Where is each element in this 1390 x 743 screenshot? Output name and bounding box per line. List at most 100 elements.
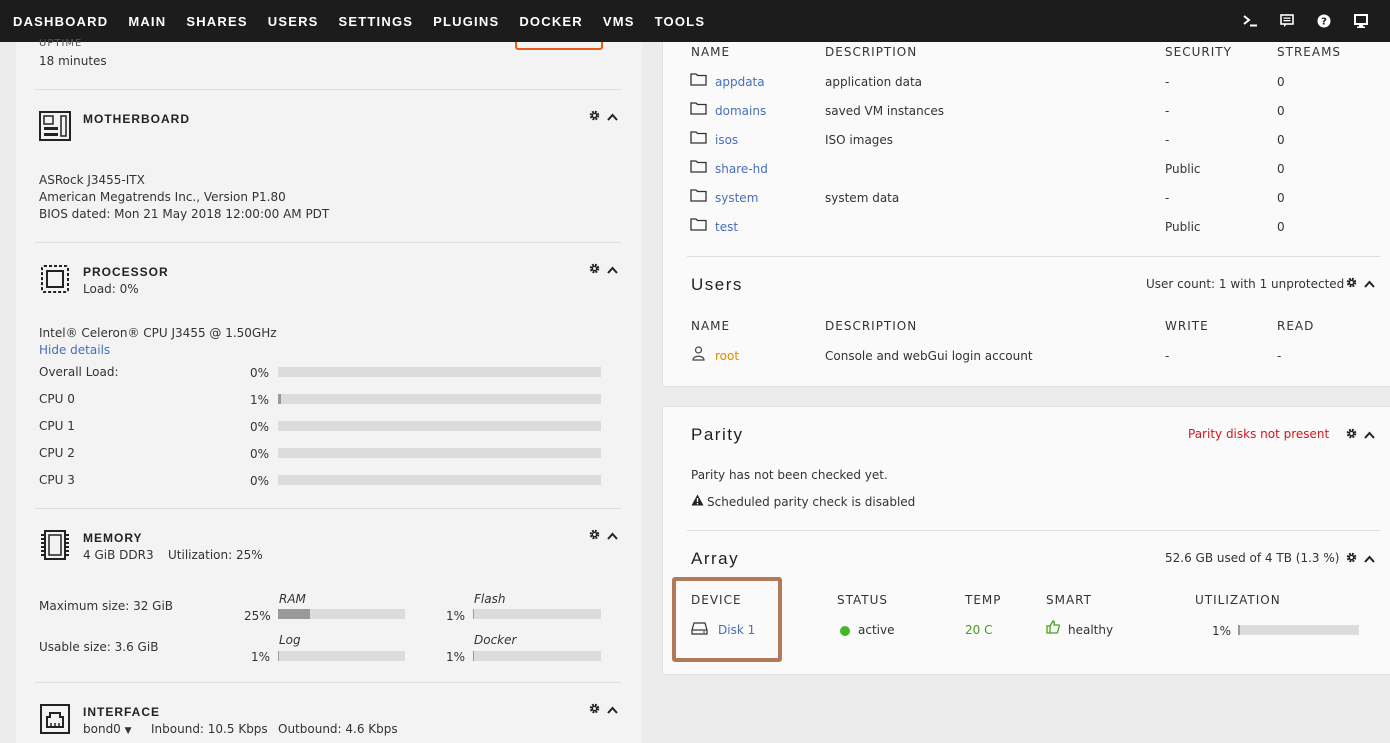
chevron-up-icon[interactable] [607, 529, 618, 543]
shares-col-description: DESCRIPTION [825, 45, 918, 59]
share-security: - [1165, 191, 1170, 205]
boot-button-edge[interactable] [515, 42, 603, 50]
network-icon [39, 703, 71, 738]
cpu-row-value: 0% [250, 420, 270, 434]
uptime-label: UPTIME [39, 38, 83, 49]
array-col-temp: TEMP [965, 593, 1002, 607]
interface-select[interactable]: bond0 ▼ [83, 722, 132, 736]
gear-icon[interactable] [589, 110, 600, 124]
divider [35, 242, 621, 243]
shares-users-card [662, 42, 1390, 387]
warning-icon [691, 494, 704, 509]
chevron-up-icon[interactable] [1364, 428, 1375, 442]
interface-title: INTERFACE [83, 705, 161, 719]
users-controls [1346, 277, 1375, 291]
share-security: Public [1165, 162, 1201, 176]
nav-settings[interactable]: SETTINGS [339, 14, 414, 29]
motherboard-title: MOTHERBOARD [83, 112, 190, 126]
share-streams: 0 [1277, 133, 1285, 147]
processor-load: Load: 0% [83, 282, 139, 296]
ram-value: 25% [244, 609, 271, 623]
nav-shares[interactable]: SHARES [186, 14, 247, 29]
gear-icon[interactable] [589, 529, 600, 543]
share-streams: 0 [1277, 162, 1285, 176]
folder-icon [690, 72, 707, 89]
users-col-name: NAME [691, 319, 731, 333]
folder-icon [690, 159, 707, 176]
interface-outbound: Outbound: 4.6 Kbps [278, 722, 398, 736]
share-name-link[interactable]: system [715, 191, 758, 205]
processor-icon [39, 263, 71, 298]
share-description: saved VM instances [825, 104, 944, 118]
top-nav-bar: DASHBOARD MAIN SHARES USERS SETTINGS PLU… [0, 0, 1390, 42]
divider [35, 89, 621, 90]
chevron-up-icon[interactable] [607, 110, 618, 124]
cpu-row-value: 1% [250, 393, 270, 407]
share-description: ISO images [825, 133, 894, 147]
cpu-row-value: 0% [250, 474, 270, 488]
nav-plugins[interactable]: PLUGINS [433, 14, 499, 29]
share-name-link[interactable]: share-hd [715, 162, 768, 176]
share-streams: 0 [1277, 220, 1285, 234]
share-streams: 0 [1277, 191, 1285, 205]
gear-icon[interactable] [589, 263, 600, 277]
disk-utilization: 1% [1212, 624, 1232, 638]
cpu-row-label: Overall Load: [39, 365, 119, 379]
nav-main[interactable]: MAIN [128, 14, 166, 29]
nav-tools[interactable]: TOOLS [655, 14, 706, 29]
cpu-row-value: 0% [250, 447, 270, 461]
interface-select-value: bond0 [83, 722, 121, 736]
svg-text:?: ? [1321, 17, 1327, 28]
help-icon[interactable]: ? [1317, 14, 1331, 28]
docker-label: Docker [474, 633, 517, 647]
thumbs-up-icon [1046, 620, 1060, 637]
cpu-row-label: CPU 1 [39, 419, 75, 433]
divider [35, 682, 621, 683]
share-name-link[interactable]: appdata [715, 75, 765, 89]
chevron-up-icon[interactable] [607, 703, 618, 717]
gear-icon[interactable] [1346, 428, 1357, 442]
share-name-link[interactable]: domains [715, 104, 766, 118]
monitor-icon[interactable] [1354, 14, 1368, 28]
interface-inbound: Inbound: 10.5 Kbps [151, 722, 268, 736]
user-write: - [1165, 349, 1170, 363]
share-name-link[interactable]: isos [715, 133, 738, 147]
disk-utilization-bar [1238, 625, 1359, 635]
gear-icon[interactable] [1346, 277, 1357, 291]
hide-details-link[interactable]: Hide details [39, 343, 110, 357]
divider [687, 256, 1380, 257]
share-name-link[interactable]: test [715, 220, 738, 234]
array-col-status: STATUS [837, 593, 889, 607]
cpu-load-bar [278, 448, 601, 458]
share-security: - [1165, 104, 1170, 118]
disk-status: active [858, 623, 895, 637]
flash-value: 1% [446, 609, 466, 623]
chevron-up-icon[interactable] [1364, 552, 1375, 566]
folder-icon [690, 217, 707, 234]
disk-temp: 20 C [965, 623, 993, 637]
cpu-row-label: CPU 0 [39, 392, 75, 406]
parity-title: Parity [691, 425, 744, 444]
users-count: User count: 1 with 1 unprotected [1146, 277, 1345, 291]
array-title: Array [691, 549, 740, 568]
feedback-icon[interactable] [1280, 14, 1294, 28]
gear-icon[interactable] [1346, 552, 1357, 566]
flash-usage-bar [473, 609, 601, 619]
terminal-icon[interactable] [1243, 14, 1257, 28]
gear-icon[interactable] [589, 703, 600, 717]
array-controls [1346, 552, 1375, 566]
user-name-link[interactable]: root [715, 349, 739, 363]
share-security: - [1165, 133, 1170, 147]
folder-icon [690, 101, 707, 118]
nav-vms[interactable]: VMS [603, 14, 635, 29]
share-streams: 0 [1277, 75, 1285, 89]
nav-dashboard[interactable]: DASHBOARD [13, 14, 108, 29]
nav-users[interactable]: USERS [268, 14, 319, 29]
main-nav: DASHBOARD MAIN SHARES USERS SETTINGS PLU… [0, 0, 712, 42]
nav-docker[interactable]: DOCKER [519, 14, 583, 29]
share-security: - [1165, 75, 1170, 89]
docker-value: 1% [446, 650, 466, 664]
chevron-up-icon[interactable] [1364, 277, 1375, 291]
share-description: system data [825, 191, 900, 205]
chevron-up-icon[interactable] [607, 263, 618, 277]
